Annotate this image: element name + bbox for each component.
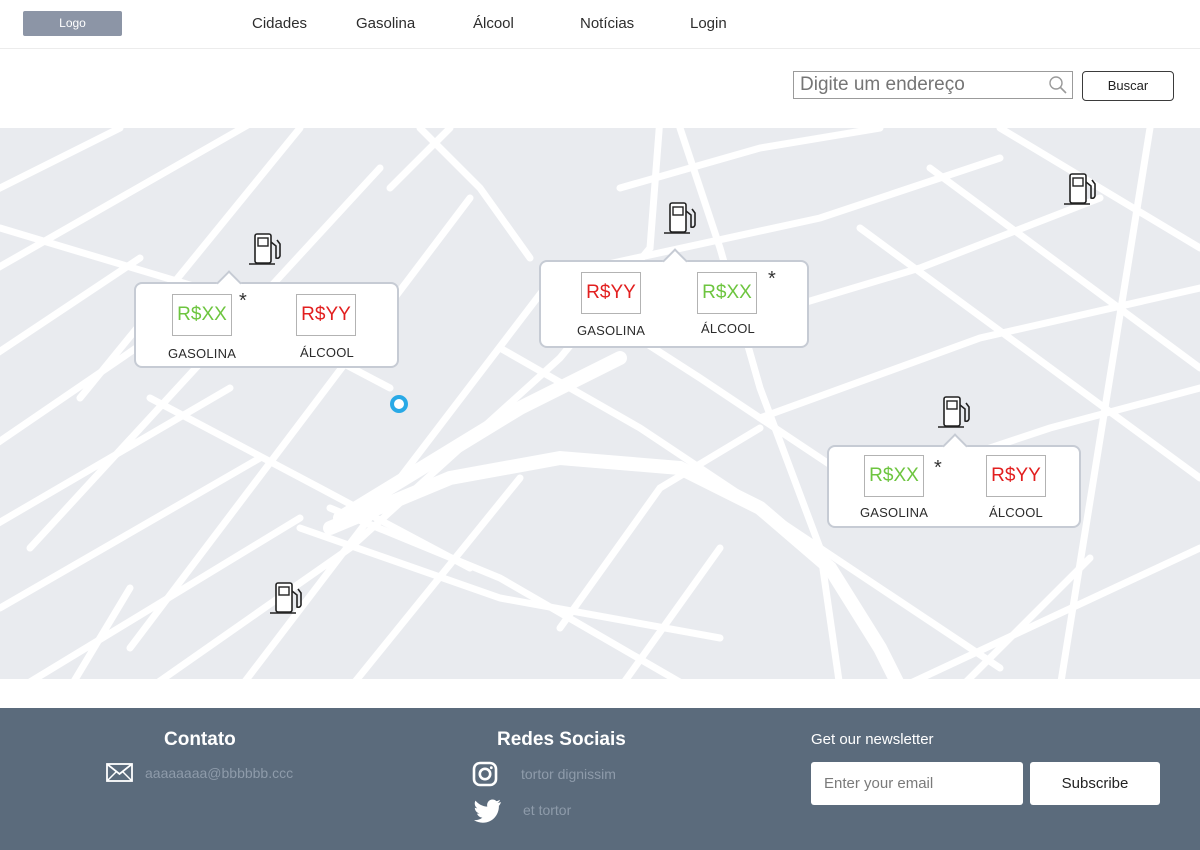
nav-alcool[interactable]: Álcool xyxy=(473,15,514,32)
contato-title: Contato xyxy=(164,729,236,750)
logo[interactable]: Logo xyxy=(23,11,122,36)
address-search xyxy=(793,71,1073,99)
nav-noticias[interactable]: Notícias xyxy=(580,15,634,32)
alcool-price: R$YY xyxy=(296,294,356,336)
station-price-popup: R$YY R$XX * GASOLINA ÁLCOOL xyxy=(539,248,809,348)
gas-pump-icon[interactable] xyxy=(1061,172,1101,208)
alcool-price: R$XX xyxy=(697,272,757,314)
gas-pump-icon[interactable] xyxy=(267,581,307,617)
cheapest-marker: * xyxy=(239,290,247,312)
twitter-link[interactable]: et tortor xyxy=(523,802,571,818)
station-price-popup: R$XX * R$YY GASOLINA ÁLCOOL xyxy=(827,433,1081,528)
contact-email[interactable]: aaaaaaaa@bbbbbb.ccc xyxy=(145,765,293,781)
cheapest-marker: * xyxy=(934,457,942,479)
nav-login[interactable]: Login xyxy=(690,15,727,32)
gas-pump-icon[interactable] xyxy=(246,232,286,268)
gasolina-label: GASOLINA xyxy=(168,346,237,361)
cheapest-marker: * xyxy=(768,268,776,290)
current-location-marker xyxy=(390,395,408,413)
instagram-link[interactable]: tortor dignissim xyxy=(521,766,616,782)
gasolina-label: GASOLINA xyxy=(577,323,646,338)
gasolina-price: R$XX xyxy=(864,455,924,497)
alcool-label: ÁLCOOL xyxy=(989,505,1043,520)
nav-cidades[interactable]: Cidades xyxy=(252,15,307,32)
footer: Contato aaaaaaaa@bbbbbb.ccc Redes Sociai… xyxy=(0,708,1200,850)
alcool-price: R$YY xyxy=(986,455,1046,497)
newsletter-title: Get our newsletter xyxy=(811,731,934,748)
map-streets xyxy=(0,128,1200,679)
nav-gasolina[interactable]: Gasolina xyxy=(356,15,415,32)
gasolina-label: GASOLINA xyxy=(860,505,929,520)
alcool-label: ÁLCOOL xyxy=(701,321,755,336)
alcool-label: ÁLCOOL xyxy=(300,345,354,360)
gas-pump-icon[interactable] xyxy=(661,201,701,237)
address-search-input[interactable] xyxy=(794,72,1044,98)
top-navbar: Logo Cidades Gasolina Álcool Notícias Lo… xyxy=(0,0,1200,49)
gasolina-price: R$XX xyxy=(172,294,232,336)
twitter-icon[interactable] xyxy=(474,799,502,823)
gas-pump-icon[interactable] xyxy=(935,395,975,431)
instagram-icon[interactable] xyxy=(472,761,498,787)
mail-icon xyxy=(106,763,133,782)
newsletter-email-input[interactable] xyxy=(811,762,1023,805)
map[interactable]: R$XX * R$YY GASOLINA ÁLCOOL R$YY R$XX * … xyxy=(0,128,1200,679)
gasolina-price: R$YY xyxy=(581,272,641,314)
search-button[interactable]: Buscar xyxy=(1082,71,1174,101)
station-price-popup: R$XX * R$YY GASOLINA ÁLCOOL xyxy=(134,270,399,368)
search-icon[interactable] xyxy=(1048,75,1068,95)
subscribe-button[interactable]: Subscribe xyxy=(1030,762,1160,805)
redes-sociais-title: Redes Sociais xyxy=(497,729,626,750)
